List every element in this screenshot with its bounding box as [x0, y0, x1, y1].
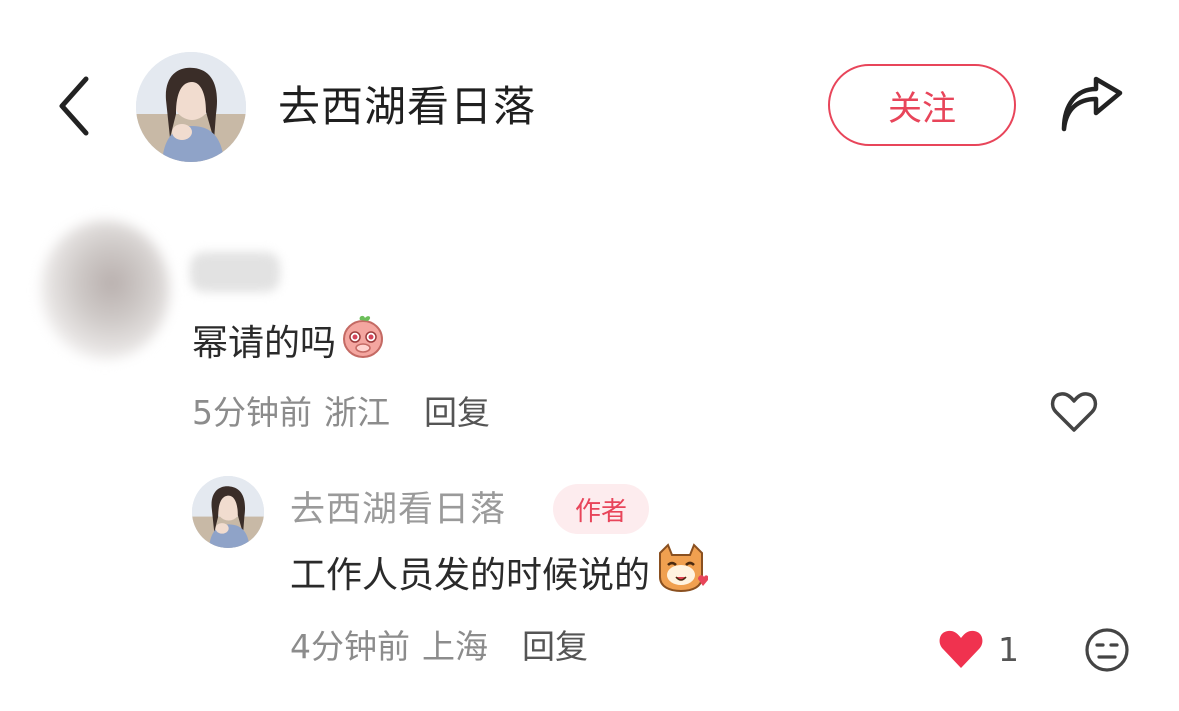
- back-button[interactable]: [44, 68, 104, 144]
- reply-button[interactable]: 回复: [424, 390, 490, 436]
- heart-outline-icon: [1050, 392, 1098, 432]
- reply-author-name[interactable]: 去西湖看日落: [290, 486, 506, 534]
- reply-time: 4分钟前: [290, 627, 410, 666]
- share-button[interactable]: [1052, 70, 1132, 140]
- author-avatar[interactable]: [136, 52, 246, 162]
- heart-filled-icon: [939, 630, 983, 668]
- commenter-avatar-blurred[interactable]: [40, 220, 170, 360]
- reaction-button[interactable]: [1082, 625, 1132, 675]
- comment-location: 浙江: [324, 393, 390, 432]
- author-badge: 作者: [553, 484, 649, 534]
- reply-button[interactable]: 回复: [522, 624, 588, 670]
- neutral-face-icon: [1085, 628, 1129, 672]
- reply-author-avatar[interactable]: [192, 476, 264, 548]
- share-arrow-icon: [1061, 76, 1123, 132]
- commenter-name-blurred[interactable]: [190, 252, 280, 292]
- reply-meta: 4分钟前 上海 回复: [290, 624, 588, 670]
- reply-like-button[interactable]: 1: [936, 624, 1019, 674]
- comment-text: 幂请的吗: [192, 315, 386, 372]
- reply-text-content: 工作人员发的时候说的: [290, 555, 651, 596]
- like-button[interactable]: [1048, 388, 1100, 436]
- follow-button[interactable]: 关注: [828, 64, 1016, 146]
- reply-text: 工作人员发的时候说的: [290, 542, 709, 604]
- reply-location: 上海: [422, 627, 488, 666]
- comment-meta: 5分钟前 浙江 回复: [192, 390, 490, 436]
- author-name[interactable]: 去西湖看日落: [278, 76, 536, 138]
- comment-text-content: 幂请的吗: [192, 323, 337, 364]
- like-count: 1: [998, 629, 1019, 669]
- comment-time: 5分钟前: [192, 393, 312, 432]
- cat-heart-emoji: [654, 542, 709, 610]
- chevron-left-icon: [59, 76, 89, 136]
- pink-shy-face-emoji: [340, 312, 386, 377]
